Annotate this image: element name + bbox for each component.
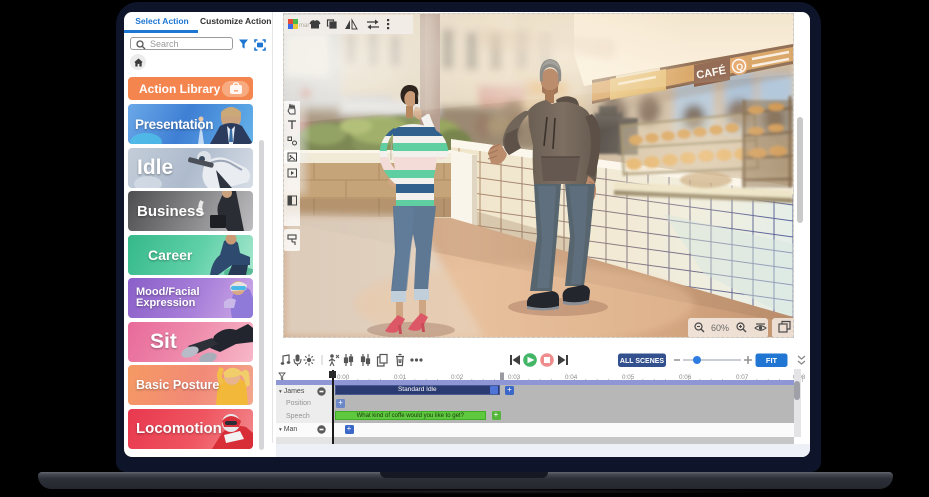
svg-text:FIT: FIT bbox=[766, 356, 778, 365]
svg-text:mar: mar bbox=[299, 23, 309, 29]
svg-text:ALL SCENES: ALL SCENES bbox=[620, 358, 665, 365]
